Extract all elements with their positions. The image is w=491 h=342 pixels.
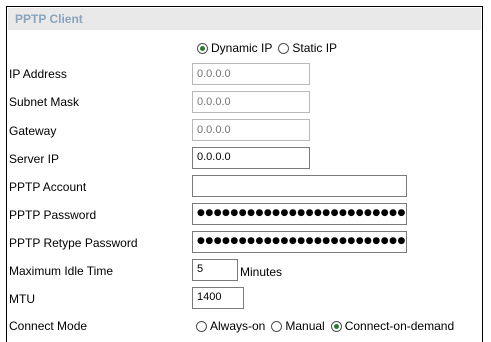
connect-on-demand-label: Connect-on-demand — [344, 319, 455, 333]
server-ip-input[interactable]: 0.0.0.0 — [192, 147, 310, 169]
connect-mode-radio-group: Always-on Manual Connect-on-demand — [196, 319, 460, 333]
always-on-label: Always-on — [210, 319, 266, 333]
mtu-input[interactable]: 1400 — [192, 287, 244, 309]
pptp-retype-password-input[interactable]: ●●●●●●●●●●●●●●●●●●●●●●●●●●●●●●●●●●●●●●●●… — [192, 231, 407, 253]
dynamic-ip-radio[interactable] — [197, 42, 208, 54]
dynamic-ip-label: Dynamic IP — [211, 41, 273, 55]
connect-mode-label: Connect Mode — [9, 319, 88, 333]
pptp-account-label: PPTP Account — [9, 180, 87, 194]
max-idle-time-label: Maximum Idle Time — [9, 264, 114, 278]
ip-mode-radio-group: Dynamic IP Static IP — [197, 41, 343, 55]
max-idle-time-input[interactable]: 5 — [192, 259, 238, 281]
panel-header: PPTP Client — [8, 8, 481, 30]
gateway-label: Gateway — [9, 124, 57, 138]
pptp-client-panel: PPTP Client — [6, 6, 483, 342]
static-ip-label: Static IP — [292, 41, 338, 55]
subnet-mask-label: Subnet Mask — [9, 95, 80, 109]
manual-label: Manual — [285, 319, 325, 333]
server-ip-label: Server IP — [9, 152, 60, 166]
connect-on-demand-radio[interactable] — [330, 320, 342, 332]
pptp-retype-password-label: PPTP Retype Password — [9, 236, 138, 250]
panel-title: PPTP Client — [15, 12, 83, 26]
static-ip-radio[interactable] — [278, 42, 290, 54]
ip-address-input[interactable] — [192, 63, 310, 85]
ip-address-label: IP Address — [9, 67, 67, 81]
always-on-radio[interactable] — [196, 320, 207, 332]
manual-radio[interactable] — [271, 320, 283, 332]
subnet-mask-input[interactable] — [192, 91, 310, 113]
pptp-password-label: PPTP Password — [9, 208, 97, 222]
idle-time-unit: Minutes — [240, 265, 283, 279]
pptp-password-input[interactable]: ●●●●●●●●●●●●●●●●●●●●●●●●●●●●●●●●●●●●●●●●… — [192, 203, 407, 225]
gateway-input[interactable] — [192, 119, 310, 141]
pptp-account-input[interactable] — [192, 175, 407, 197]
mtu-label: MTU — [9, 292, 35, 306]
